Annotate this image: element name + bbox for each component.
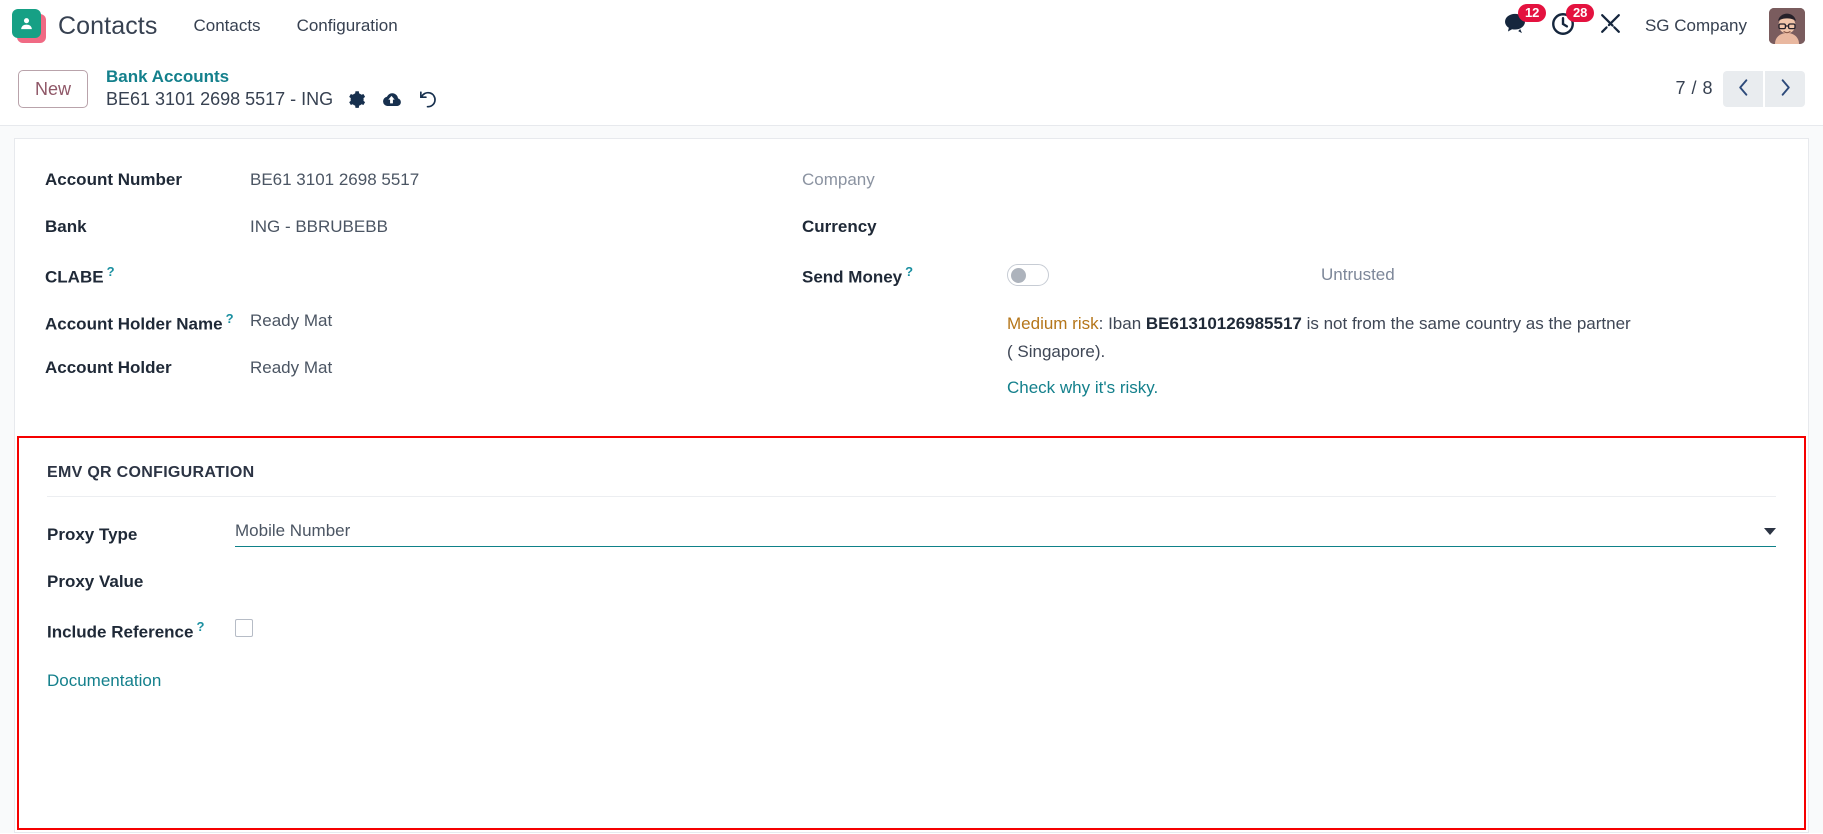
company-switcher[interactable]: SG Company bbox=[1645, 16, 1747, 36]
menu-item-configuration[interactable]: Configuration bbox=[295, 12, 400, 40]
field-label: Include Reference? bbox=[47, 619, 205, 642]
field-label: Company bbox=[802, 170, 875, 189]
pager-count: 7 / 8 bbox=[1675, 78, 1713, 98]
form-sheet-background: Account Number BE61 3101 2698 5517 Bank … bbox=[0, 126, 1823, 833]
field-label: Account Number bbox=[45, 170, 182, 189]
include-reference-checkbox[interactable] bbox=[235, 619, 253, 637]
field-value[interactable]: ING - BBRUBEBB bbox=[250, 214, 388, 239]
field-label: Proxy Type bbox=[47, 525, 138, 544]
risk-iban: BE61310126985517 bbox=[1145, 314, 1302, 333]
help-tooltip-icon[interactable]: ? bbox=[196, 619, 204, 634]
field-proxy-value: Proxy Value bbox=[47, 568, 1776, 615]
field-company: Company bbox=[802, 167, 1778, 214]
pager-previous-button[interactable] bbox=[1723, 70, 1763, 107]
pager: 7 / 8 bbox=[1675, 70, 1805, 107]
record-title: BE61 3101 2698 5517 - ING bbox=[106, 89, 334, 110]
field-label: Currency bbox=[802, 217, 877, 236]
form-sheet: Account Number BE61 3101 2698 5517 Bank … bbox=[14, 138, 1809, 833]
field-send-money: Send Money? Untrusted bbox=[802, 261, 1778, 308]
gear-icon[interactable] bbox=[347, 90, 366, 109]
app-title: Contacts bbox=[58, 11, 158, 40]
emv-qr-configuration-section: EMV QR CONFIGURATION Proxy Type Mobile N… bbox=[17, 436, 1806, 830]
form-grid: Account Number BE61 3101 2698 5517 Bank … bbox=[45, 167, 1778, 402]
help-tooltip-icon[interactable]: ? bbox=[905, 264, 913, 279]
contacts-app-logo-icon[interactable] bbox=[12, 9, 46, 43]
field-clabe: CLABE? bbox=[45, 261, 802, 308]
debug-tools-button[interactable] bbox=[1598, 11, 1623, 41]
form-column-right: Company Currency Send Money? Untrusted M… bbox=[802, 167, 1778, 402]
field-bank: Bank ING - BBRUBEBB bbox=[45, 214, 802, 261]
user-avatar[interactable] bbox=[1769, 8, 1805, 44]
risk-separator: : Iban bbox=[1098, 314, 1146, 333]
breadcrumb: Bank Accounts BE61 3101 2698 5517 - ING bbox=[106, 67, 438, 111]
pager-next-button[interactable] bbox=[1765, 70, 1805, 107]
control-panel: New Bank Accounts BE61 3101 2698 5517 - … bbox=[0, 52, 1823, 126]
field-proxy-type: Proxy Type Mobile Number bbox=[47, 521, 1776, 568]
proxy-type-selected-value: Mobile Number bbox=[235, 521, 351, 540]
check-why-risky-link[interactable]: Check why it's risky. bbox=[1007, 374, 1158, 402]
field-currency: Currency bbox=[802, 214, 1778, 261]
field-value[interactable]: Ready Mat bbox=[250, 355, 332, 380]
activities-count-badge: 28 bbox=[1565, 3, 1595, 22]
new-button[interactable]: New bbox=[18, 69, 89, 108]
field-include-reference: Include Reference? bbox=[47, 615, 1776, 662]
field-label: Send Money? bbox=[802, 264, 914, 287]
risk-level-label: Medium risk bbox=[1007, 314, 1099, 333]
field-label: Account Holder Name? bbox=[45, 311, 234, 334]
field-account-holder-name: Account Holder Name? Ready Mat bbox=[45, 308, 802, 355]
documentation-link[interactable]: Documentation bbox=[47, 671, 161, 691]
send-money-toggle[interactable] bbox=[1007, 264, 1049, 286]
field-account-holder: Account Holder Ready Mat bbox=[45, 355, 802, 402]
section-title: EMV QR CONFIGURATION bbox=[47, 464, 1776, 497]
proxy-type-select[interactable]: Mobile Number bbox=[235, 521, 1776, 547]
risk-warning: Medium risk: Iban BE61310126985517 is no… bbox=[802, 310, 1632, 402]
activities-button[interactable]: 28 bbox=[1550, 3, 1595, 42]
field-account-number: Account Number BE61 3101 2698 5517 bbox=[45, 167, 802, 214]
undo-icon[interactable] bbox=[417, 89, 438, 110]
tools-icon bbox=[1598, 11, 1623, 41]
field-label: CLABE? bbox=[45, 264, 115, 287]
form-column-left: Account Number BE61 3101 2698 5517 Bank … bbox=[45, 167, 802, 402]
messages-count-badge: 12 bbox=[1517, 3, 1547, 22]
cloud-upload-icon[interactable] bbox=[380, 90, 403, 110]
field-label: Proxy Value bbox=[47, 572, 144, 591]
top-navbar: Contacts Contacts Configuration 12 28 SG… bbox=[0, 0, 1823, 52]
messages-button[interactable]: 12 bbox=[1502, 3, 1547, 42]
navbar-right-group: 12 28 SG Company bbox=[1502, 3, 1805, 44]
chevron-left-icon bbox=[1737, 78, 1750, 100]
help-tooltip-icon[interactable]: ? bbox=[107, 264, 115, 279]
field-value[interactable]: Ready Mat bbox=[250, 308, 332, 333]
field-label: Bank bbox=[45, 217, 87, 236]
field-value[interactable]: BE61 3101 2698 5517 bbox=[250, 167, 419, 192]
breadcrumb-item-bank-accounts[interactable]: Bank Accounts bbox=[106, 67, 438, 87]
help-tooltip-icon[interactable]: ? bbox=[226, 311, 234, 326]
field-label: Account Holder bbox=[45, 358, 172, 377]
trust-status: Untrusted bbox=[1321, 265, 1395, 284]
caret-down-icon bbox=[1764, 527, 1776, 535]
menu-item-contacts[interactable]: Contacts bbox=[191, 12, 262, 40]
chevron-right-icon bbox=[1779, 78, 1792, 100]
